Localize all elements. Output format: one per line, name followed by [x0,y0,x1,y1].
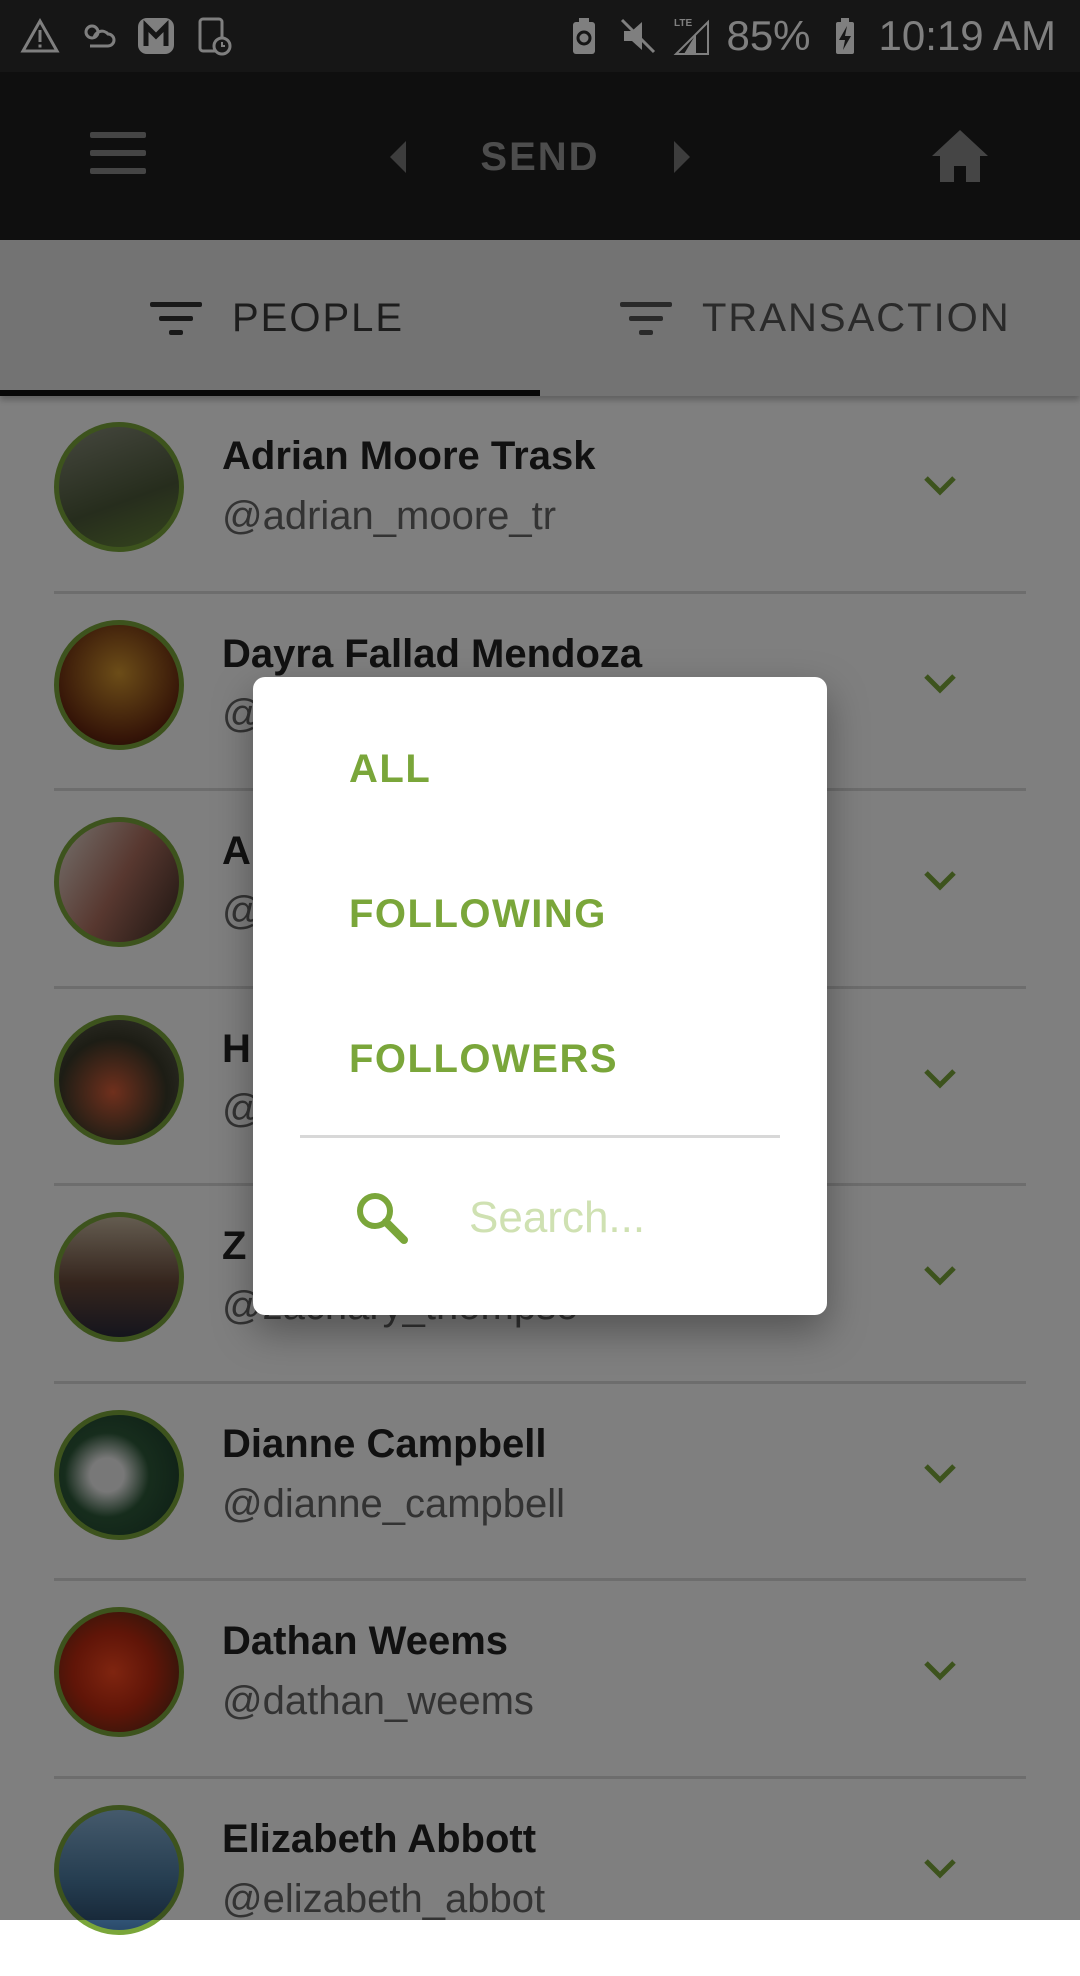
search-icon [353,1189,409,1245]
search-input[interactable] [467,1187,771,1249]
option-all[interactable]: ALL [349,747,431,792]
filter-dialog: ALL FOLLOWING FOLLOWERS [253,677,827,1315]
option-following[interactable]: FOLLOWING [349,892,607,937]
option-followers[interactable]: FOLLOWERS [349,1037,618,1082]
dialog-divider [300,1135,780,1138]
